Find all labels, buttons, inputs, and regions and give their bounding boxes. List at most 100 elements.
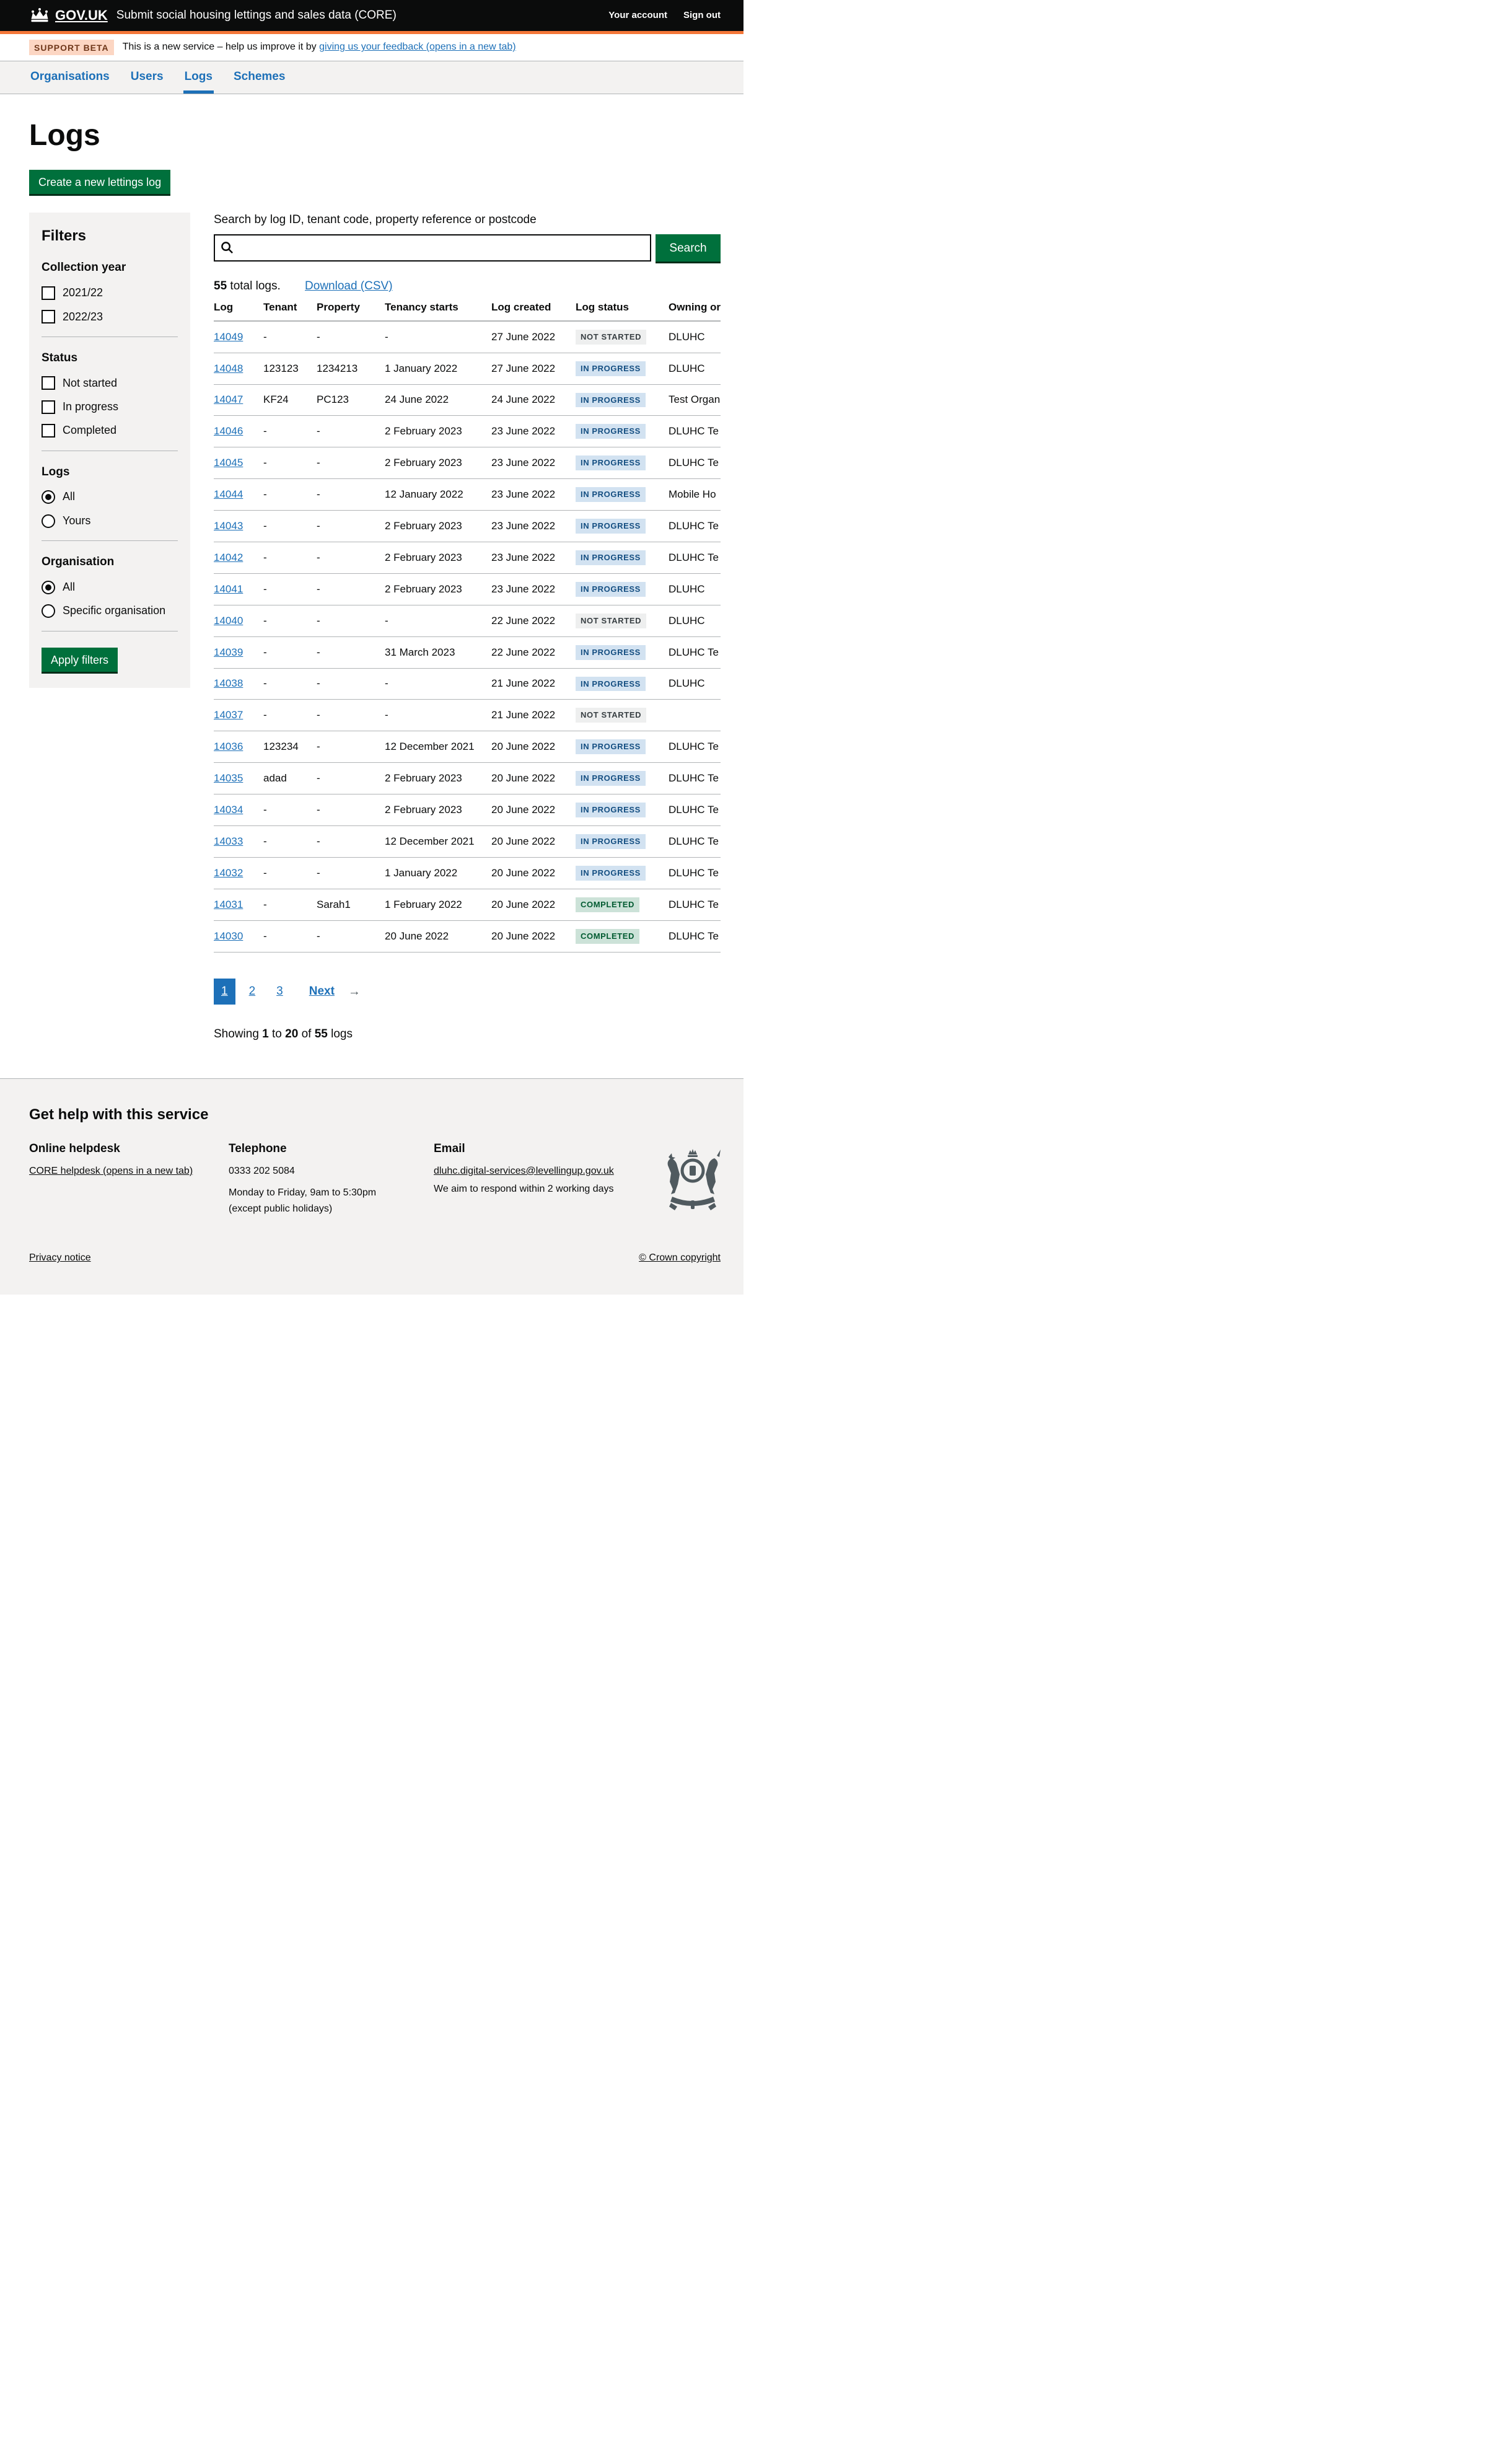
cell-property: 1234213 bbox=[317, 353, 385, 384]
nav-tab-logs[interactable]: Logs bbox=[183, 61, 214, 94]
log-id-link[interactable]: 14031 bbox=[214, 899, 243, 910]
log-id-link[interactable]: 14040 bbox=[214, 615, 243, 627]
download-csv-link[interactable]: Download (CSV) bbox=[305, 279, 393, 293]
radio-organisation-all[interactable]: All bbox=[42, 580, 178, 594]
search-input[interactable] bbox=[214, 234, 651, 262]
log-id-link[interactable]: 14045 bbox=[214, 457, 243, 469]
pagination-page-1-current[interactable]: 1 bbox=[214, 979, 235, 1005]
cell-log-created: 24 June 2022 bbox=[491, 384, 576, 416]
radio-icon[interactable] bbox=[42, 514, 55, 528]
cell-property: - bbox=[317, 416, 385, 447]
log-id-link[interactable]: 14049 bbox=[214, 331, 243, 343]
radio-icon[interactable] bbox=[42, 604, 55, 618]
log-id-link[interactable]: 14037 bbox=[214, 709, 243, 721]
cell-log-status: IN PROGRESS bbox=[576, 542, 669, 573]
cell-owning-organisation: DLUHC Te bbox=[669, 825, 721, 857]
log-id-link[interactable]: 14043 bbox=[214, 520, 243, 532]
showing-text: of bbox=[298, 1027, 314, 1041]
radio-logs-yours[interactable]: Yours bbox=[42, 514, 178, 528]
log-id-link[interactable]: 14036 bbox=[214, 741, 243, 752]
status-badge: IN PROGRESS bbox=[576, 455, 646, 470]
log-id-link[interactable]: 14035 bbox=[214, 772, 243, 784]
cell-tenancy-starts: 2 February 2023 bbox=[385, 447, 491, 479]
cell-tenancy-starts: 1 January 2022 bbox=[385, 857, 491, 889]
checkbox-2022-23[interactable]: 2022/23 bbox=[42, 310, 178, 324]
log-id-link[interactable]: 14047 bbox=[214, 394, 243, 405]
checkbox-icon[interactable] bbox=[42, 310, 55, 323]
log-id-link[interactable]: 14041 bbox=[214, 583, 243, 595]
cell-log: 14033 bbox=[214, 825, 263, 857]
table-row: 14049---27 June 2022NOT STARTEDDLUHC bbox=[214, 321, 721, 353]
checkbox-icon[interactable] bbox=[42, 424, 55, 438]
cell-tenancy-starts: 12 December 2021 bbox=[385, 825, 491, 857]
checkbox-completed[interactable]: Completed bbox=[42, 423, 178, 438]
your-account-link[interactable]: Your account bbox=[608, 9, 667, 22]
cell-tenant: - bbox=[263, 479, 317, 511]
cell-owning-organisation: DLUHC Te bbox=[669, 416, 721, 447]
table-row: 14045--2 February 202323 June 2022IN PRO… bbox=[214, 447, 721, 479]
log-id-link[interactable]: 14034 bbox=[214, 804, 243, 816]
core-helpdesk-link[interactable]: CORE helpdesk (opens in a new tab) bbox=[29, 1166, 193, 1176]
log-id-link[interactable]: 14039 bbox=[214, 646, 243, 658]
table-row: 14040---22 June 2022NOT STARTEDDLUHC bbox=[214, 605, 721, 636]
cell-owning-organisation bbox=[669, 700, 721, 731]
privacy-notice-link[interactable]: Privacy notice bbox=[29, 1252, 91, 1265]
cell-log: 14036 bbox=[214, 731, 263, 763]
cell-log-created: 21 June 2022 bbox=[491, 668, 576, 700]
status-badge: NOT STARTED bbox=[576, 708, 646, 723]
checkbox-icon[interactable] bbox=[42, 400, 55, 414]
search-button[interactable]: Search bbox=[656, 234, 721, 262]
radio-icon[interactable] bbox=[42, 490, 55, 504]
email-link[interactable]: dluhc.digital-services@levellingup.gov.u… bbox=[434, 1166, 614, 1176]
log-id-link[interactable]: 14033 bbox=[214, 835, 243, 847]
nav-tab-schemes[interactable]: Schemes bbox=[232, 61, 286, 94]
log-id-link[interactable]: 14048 bbox=[214, 363, 243, 374]
checkbox-2021-22[interactable]: 2021/22 bbox=[42, 286, 178, 300]
create-lettings-log-button[interactable]: Create a new lettings log bbox=[29, 170, 170, 194]
feedback-link[interactable]: giving us your feedback (opens in a new … bbox=[319, 42, 516, 52]
telephone-number: 0333 202 5084 bbox=[229, 1165, 434, 1178]
cell-log-status: IN PROGRESS bbox=[576, 447, 669, 479]
telephone-hours: Monday to Friday, 9am to 5:30pm bbox=[229, 1187, 434, 1200]
nav-tab-users[interactable]: Users bbox=[129, 61, 165, 94]
cell-tenancy-starts: 2 February 2023 bbox=[385, 511, 491, 542]
radio-logs-all[interactable]: All bbox=[42, 490, 178, 504]
nav-tab-organisations[interactable]: Organisations bbox=[29, 61, 111, 94]
log-id-link[interactable]: 14030 bbox=[214, 930, 243, 942]
sign-out-link[interactable]: Sign out bbox=[683, 9, 721, 22]
radio-specific-organisation[interactable]: Specific organisation bbox=[42, 604, 178, 618]
pagination-next-link[interactable]: Next bbox=[302, 979, 342, 1005]
cell-log: 14032 bbox=[214, 857, 263, 889]
log-id-link[interactable]: 14032 bbox=[214, 867, 243, 879]
cell-log-status: IN PROGRESS bbox=[576, 668, 669, 700]
cell-tenancy-starts: 2 February 2023 bbox=[385, 573, 491, 605]
cell-property: - bbox=[317, 636, 385, 668]
log-id-link[interactable]: 14038 bbox=[214, 677, 243, 689]
status-badge: IN PROGRESS bbox=[576, 582, 646, 597]
status-legend: Status bbox=[42, 351, 178, 366]
radio-icon[interactable] bbox=[42, 581, 55, 594]
checkbox-icon[interactable] bbox=[42, 376, 55, 390]
checkbox-not-started[interactable]: Not started bbox=[42, 376, 178, 390]
checkbox-icon[interactable] bbox=[42, 286, 55, 300]
crown-copyright-link[interactable]: © Crown copyright bbox=[639, 1252, 721, 1265]
table-row: 14030--20 June 202220 June 2022COMPLETED… bbox=[214, 920, 721, 952]
cell-property: PC123 bbox=[317, 384, 385, 416]
checkbox-in-progress[interactable]: In progress bbox=[42, 400, 178, 414]
log-id-link[interactable]: 14042 bbox=[214, 552, 243, 563]
cell-log-status: IN PROGRESS bbox=[576, 636, 669, 668]
cell-log-status: COMPLETED bbox=[576, 889, 669, 920]
log-id-link[interactable]: 14044 bbox=[214, 488, 243, 500]
cell-log-status: NOT STARTED bbox=[576, 700, 669, 731]
radio-label: All bbox=[63, 490, 75, 504]
status-badge: IN PROGRESS bbox=[576, 487, 646, 502]
cell-tenancy-starts: - bbox=[385, 700, 491, 731]
cell-property: - bbox=[317, 763, 385, 794]
pagination-page-3[interactable]: 3 bbox=[269, 979, 291, 1005]
apply-filters-button[interactable]: Apply filters bbox=[42, 648, 118, 672]
pagination-page-2[interactable]: 2 bbox=[242, 979, 263, 1005]
cell-log-status: IN PROGRESS bbox=[576, 511, 669, 542]
log-id-link[interactable]: 14046 bbox=[214, 425, 243, 437]
govuk-logo[interactable]: GOV.UK bbox=[29, 7, 108, 25]
service-name[interactable]: Submit social housing lettings and sales… bbox=[116, 8, 608, 24]
